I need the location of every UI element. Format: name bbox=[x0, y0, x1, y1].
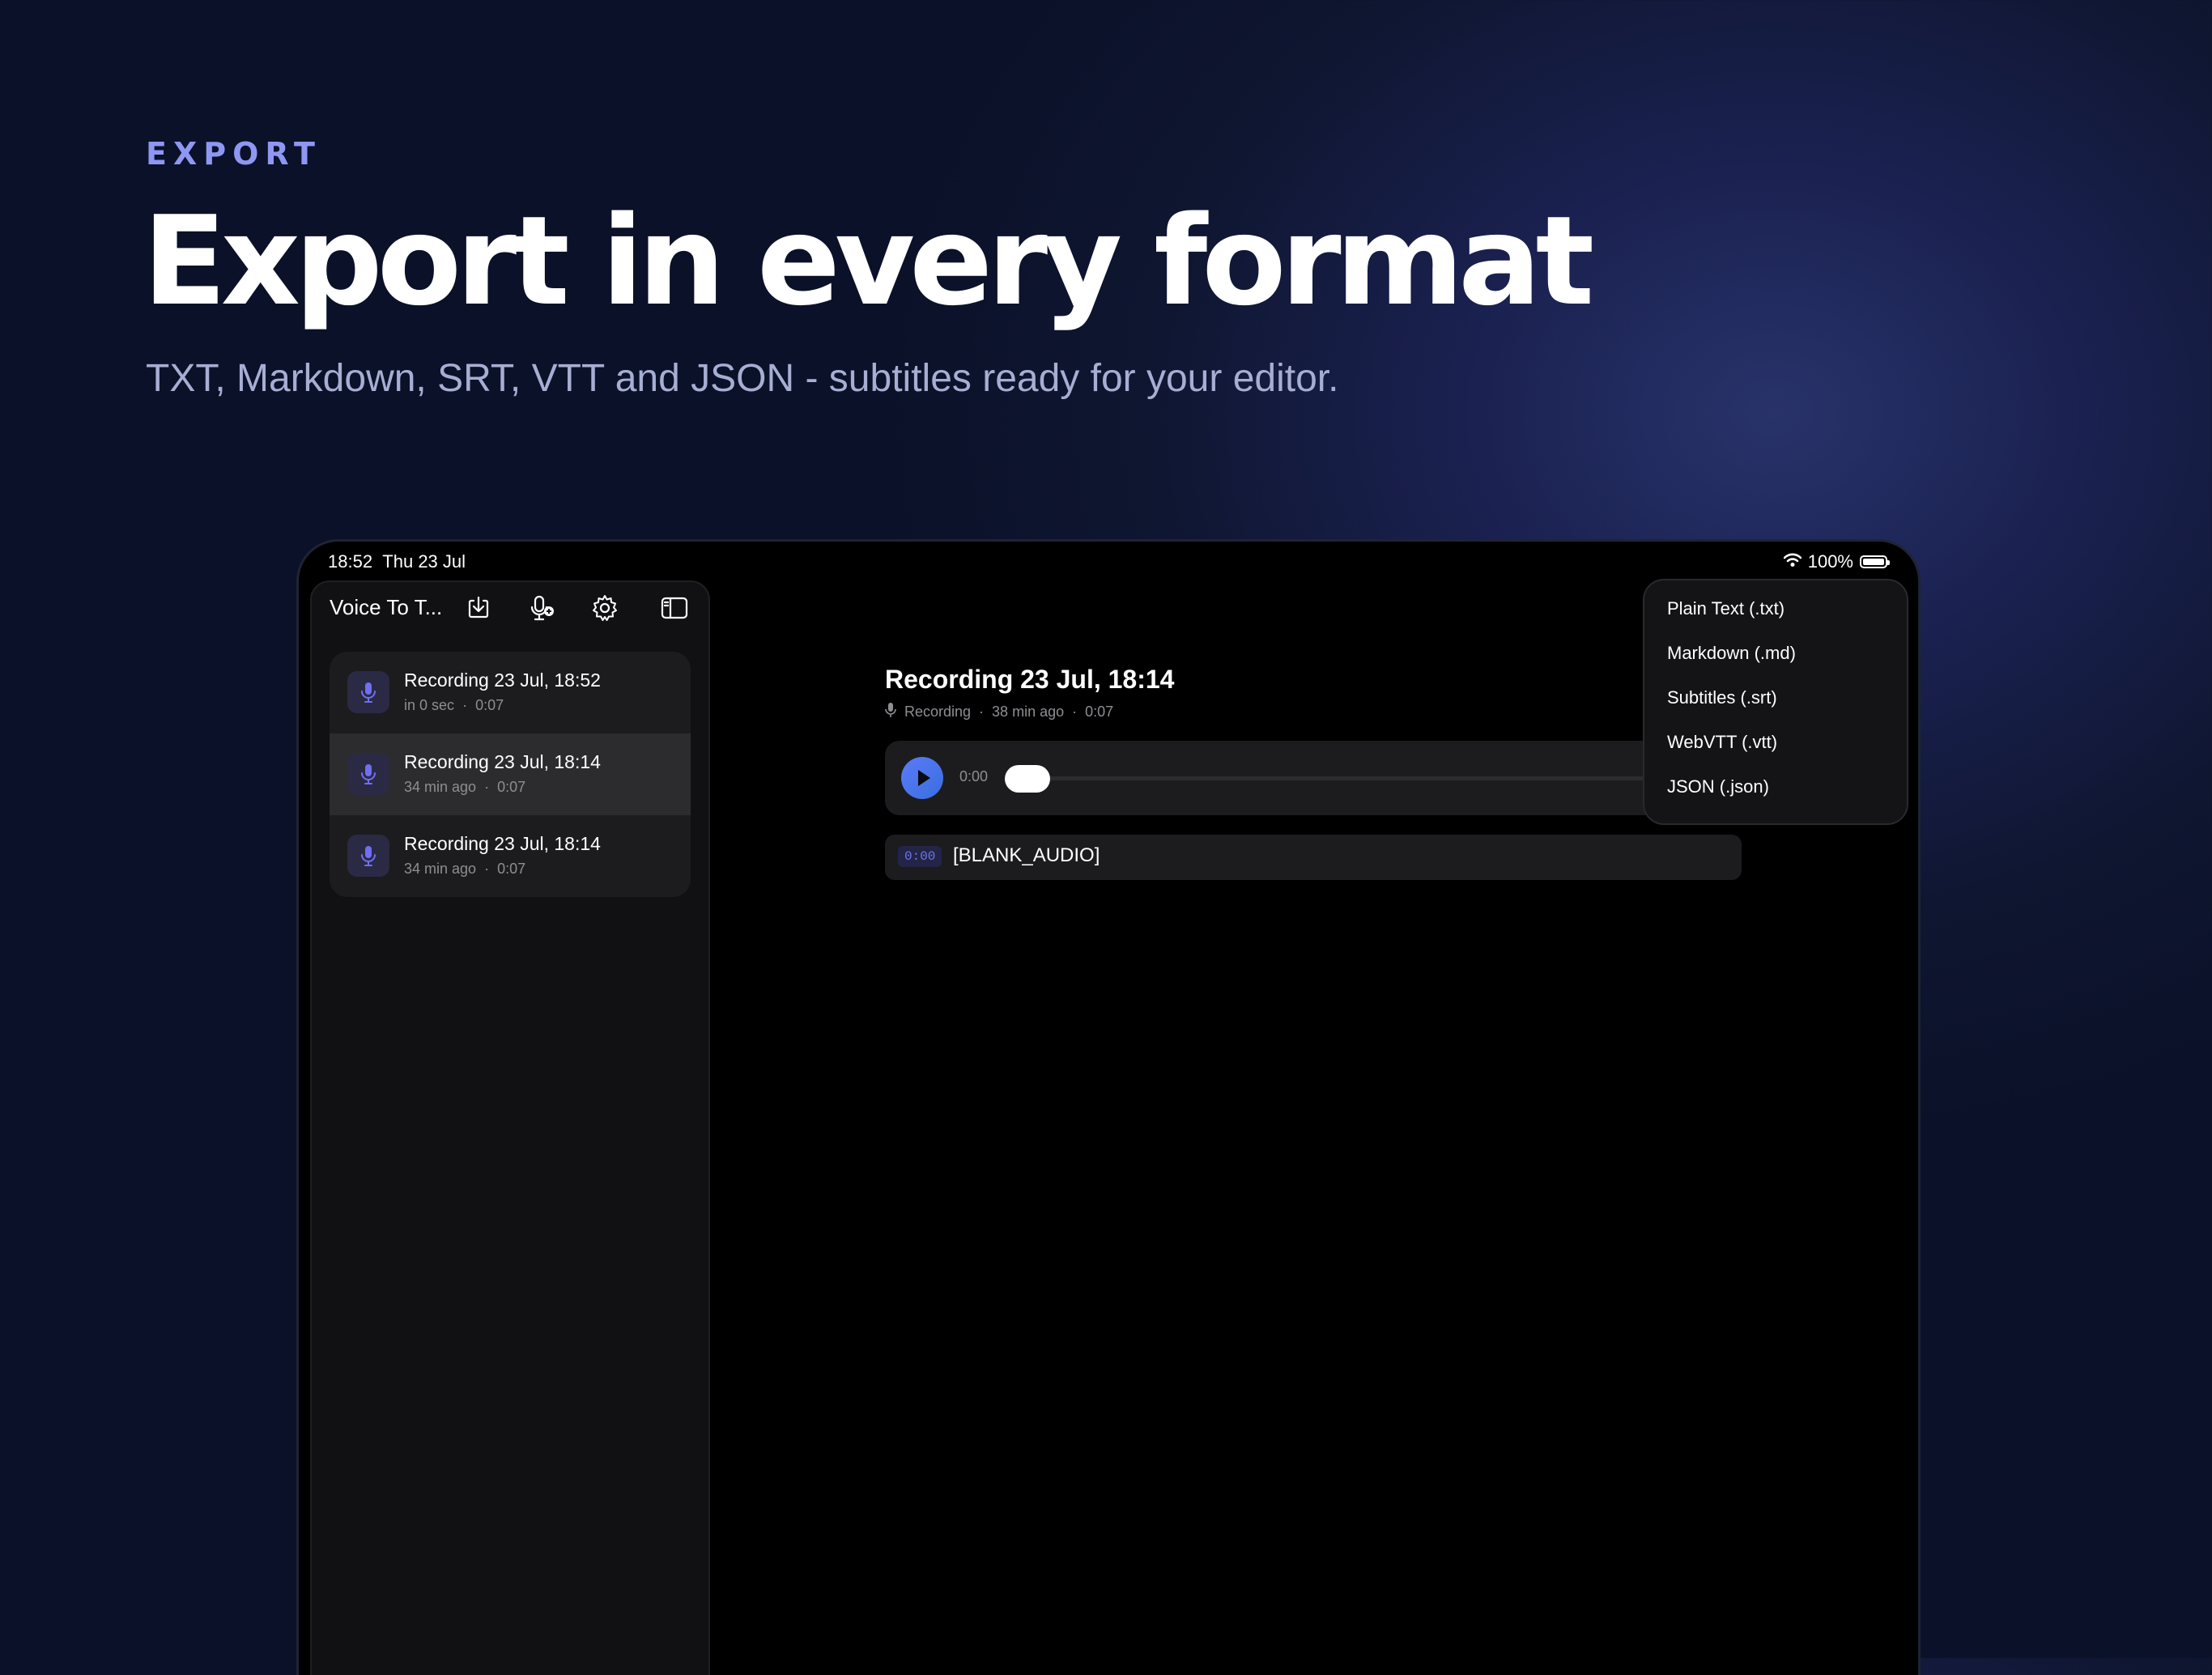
transcript-segment[interactable]: 0:00 [BLANK_AUDIO] bbox=[885, 835, 1742, 880]
mic-small-icon bbox=[885, 702, 896, 722]
recording-detail-title: Recording 23 Jul, 18:14 bbox=[885, 665, 1175, 694]
recording-meta: 34 min ago · 0:07 bbox=[404, 861, 525, 878]
mic-plus-icon[interactable] bbox=[527, 593, 556, 623]
meta-separator: · bbox=[484, 779, 490, 795]
detail-when: 38 min ago bbox=[992, 704, 1065, 720]
sidebar: Voice To T... Recording 23 Jul, 18:52 in… bbox=[310, 580, 710, 1675]
status-time-text: 18:52 bbox=[328, 551, 373, 572]
recording-meta: 34 min ago · 0:07 bbox=[404, 779, 525, 796]
list-item[interactable]: Recording 23 Jul, 18:14 34 min ago · 0:0… bbox=[330, 733, 691, 815]
recording-when: 34 min ago bbox=[404, 779, 477, 795]
detail-duration: 0:07 bbox=[1085, 704, 1114, 720]
recording-detail-meta: Recording · 38 min ago · 0:07 bbox=[885, 702, 1113, 722]
menu-item-md[interactable]: Markdown (.md) bbox=[1667, 643, 1796, 664]
recording-title: Recording 23 Jul, 18:52 bbox=[404, 670, 601, 691]
scrubber-track[interactable] bbox=[1006, 776, 1719, 780]
mic-icon bbox=[347, 753, 389, 795]
list-item[interactable]: Recording 23 Jul, 18:52 in 0 sec · 0:07 bbox=[330, 652, 691, 733]
battery-percent: 100% bbox=[1807, 551, 1853, 572]
meta-separator: · bbox=[484, 861, 490, 877]
export-menu: Plain Text (.txt) Markdown (.md) Subtitl… bbox=[1643, 579, 1908, 825]
detail-type: Recording bbox=[904, 704, 972, 720]
meta-separator: · bbox=[1072, 704, 1078, 720]
recording-meta: in 0 sec · 0:07 bbox=[404, 697, 504, 714]
menu-item-txt[interactable]: Plain Text (.txt) bbox=[1667, 598, 1784, 619]
battery-icon bbox=[1860, 555, 1890, 568]
app-title: Voice To T... bbox=[330, 595, 443, 619]
play-button[interactable] bbox=[901, 757, 943, 799]
recording-duration: 0:07 bbox=[475, 697, 504, 713]
status-right: 100% bbox=[1783, 551, 1890, 572]
scrubber-handle[interactable] bbox=[1005, 765, 1050, 793]
recording-title: Recording 23 Jul, 18:14 bbox=[404, 833, 601, 854]
mic-icon bbox=[347, 671, 389, 713]
recording-title: Recording 23 Jul, 18:14 bbox=[404, 751, 601, 772]
recordings-list: Recording 23 Jul, 18:52 in 0 sec · 0:07 … bbox=[330, 652, 691, 897]
sidebar-toggle-icon[interactable] bbox=[660, 593, 689, 623]
menu-item-vtt[interactable]: WebVTT (.vtt) bbox=[1667, 732, 1777, 753]
subhead: TXT, Markdown, SRT, VTT and JSON - subti… bbox=[146, 357, 1339, 400]
segment-timestamp[interactable]: 0:00 bbox=[898, 846, 942, 867]
recording-when: in 0 sec bbox=[404, 697, 455, 713]
status-time: 18:52 Thu 23 Jul bbox=[328, 551, 466, 572]
audio-player: 0:00 bbox=[885, 741, 1740, 815]
recording-duration: 0:07 bbox=[497, 779, 526, 795]
player-time: 0:00 bbox=[959, 768, 989, 784]
list-item[interactable]: Recording 23 Jul, 18:14 34 min ago · 0:0… bbox=[330, 815, 691, 897]
menu-item-srt[interactable]: Subtitles (.srt) bbox=[1667, 687, 1777, 708]
recording-when: 34 min ago bbox=[404, 861, 477, 877]
status-date-text: Thu 23 Jul bbox=[382, 551, 466, 572]
play-icon bbox=[918, 770, 930, 786]
segment-text: [BLANK_AUDIO] bbox=[953, 844, 1100, 866]
headline: Export in every format bbox=[143, 189, 1594, 333]
ipad-frame: 18:52 Thu 23 Jul 100% Voice To T... Reco… bbox=[296, 539, 1921, 1675]
eyebrow: EXPORT bbox=[146, 136, 321, 172]
wifi-icon bbox=[1783, 551, 1802, 572]
meta-separator: · bbox=[462, 697, 468, 713]
menu-item-json[interactable]: JSON (.json) bbox=[1667, 776, 1769, 797]
mic-icon bbox=[347, 835, 389, 877]
download-icon[interactable] bbox=[464, 593, 493, 623]
recording-duration: 0:07 bbox=[497, 861, 526, 877]
gear-icon[interactable] bbox=[590, 593, 619, 623]
meta-separator: · bbox=[979, 704, 985, 720]
